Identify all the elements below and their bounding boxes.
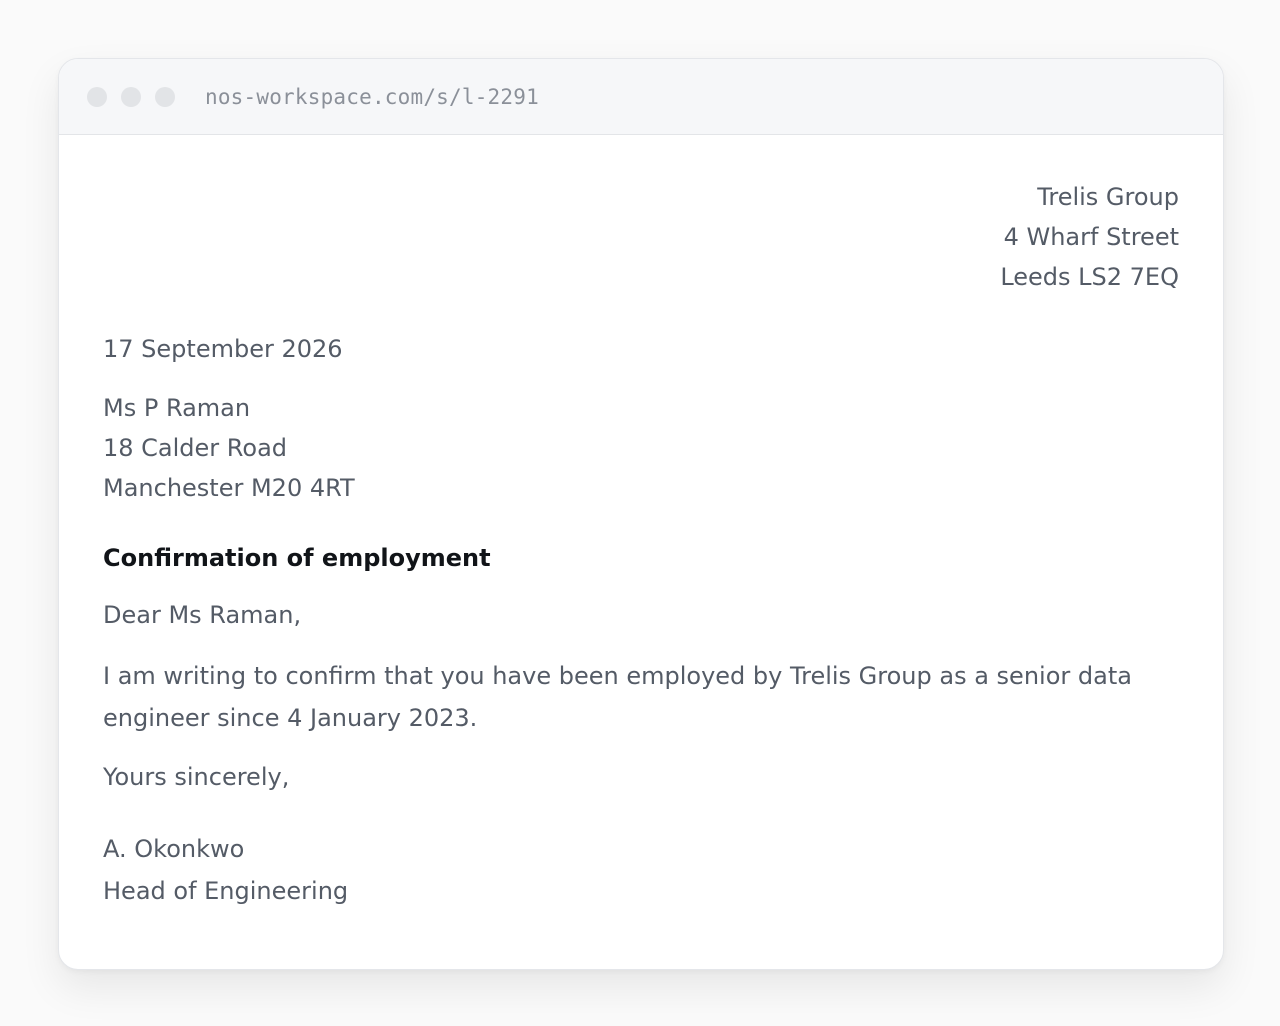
page: nos-workspace.com/s/l-2291 Trelis Group … <box>0 0 1280 1026</box>
window-maximize-dot[interactable] <box>155 87 175 107</box>
recipient-city: Manchester M20 4RT <box>103 474 355 502</box>
letter-subject: Confirmation of employment <box>103 544 491 572</box>
sender-street: 4 Wharf Street <box>1003 223 1179 251</box>
sender-city: Leeds LS2 7EQ <box>1000 263 1179 291</box>
window-minimize-dot[interactable] <box>121 87 141 107</box>
address-bar-url[interactable]: nos-workspace.com/s/l-2291 <box>205 83 539 111</box>
recipient-street: 18 Calder Road <box>103 434 288 462</box>
sender-name: Trelis Group <box>1037 183 1179 211</box>
browser-window: nos-workspace.com/s/l-2291 Trelis Group … <box>58 58 1224 970</box>
browser-titlebar: nos-workspace.com/s/l-2291 <box>59 59 1223 135</box>
letter-date: 17 September 2026 <box>103 335 343 363</box>
window-close-dot[interactable] <box>87 87 107 107</box>
recipient-name: Ms P Raman <box>103 394 251 422</box>
signatory-block: A. Okonkwo Head of Engineering <box>103 828 348 912</box>
letter-closing: Yours sincerely, <box>103 763 290 791</box>
letter-body: I am writing to confirm that you have be… <box>103 662 1132 732</box>
signatory-name: A. Okonkwo <box>103 835 245 863</box>
signatory-title: Head of Engineering <box>103 877 349 905</box>
recipient-address: Ms P Raman 18 Calder Road Manchester M20… <box>103 388 355 508</box>
sender-address: Trelis Group 4 Wharf Street Leeds LS2 7E… <box>1000 177 1179 297</box>
letter-greeting: Dear Ms Raman, <box>103 601 302 629</box>
